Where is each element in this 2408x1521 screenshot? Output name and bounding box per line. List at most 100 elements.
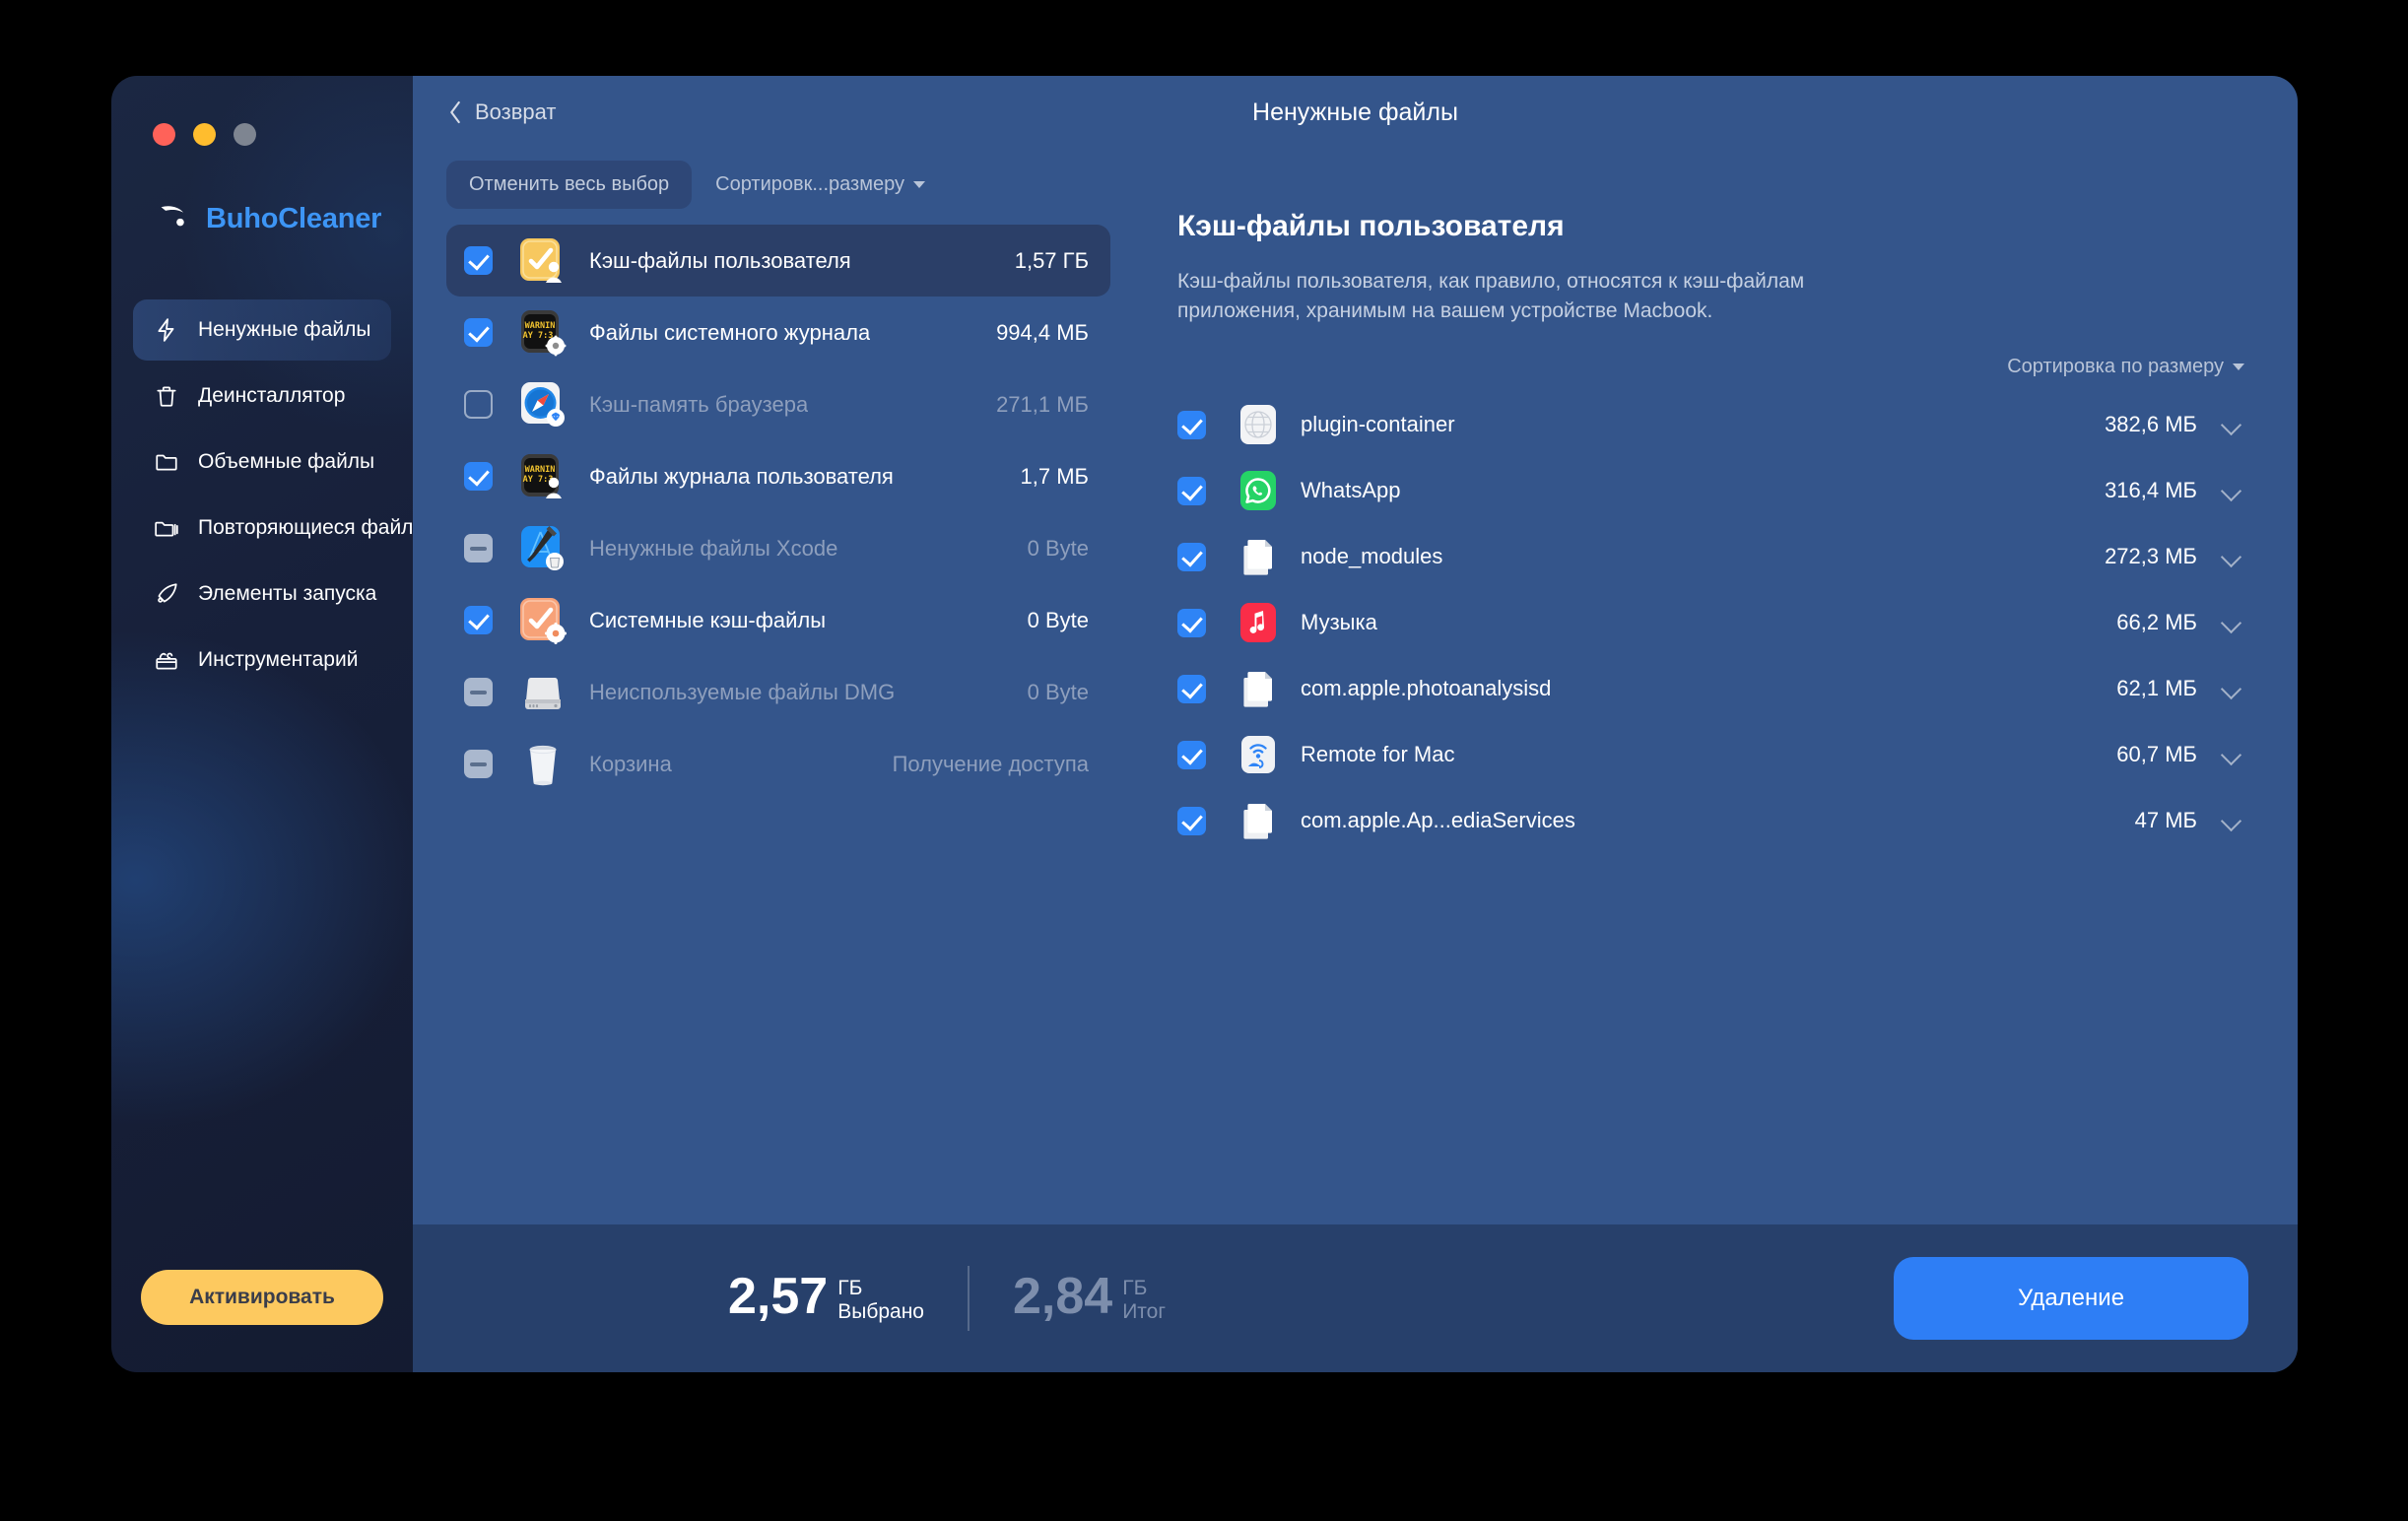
svg-text:WARNIN: WARNIN <box>525 321 556 331</box>
back-label: Возврат <box>475 99 557 124</box>
chevron-down-icon[interactable] <box>2219 742 2244 767</box>
selected-value: 2,57 <box>728 1268 829 1326</box>
chevron-down-icon[interactable] <box>2219 412 2244 437</box>
list-item[interactable]: com.apple.Ap...ediaServices 47 МБ <box>1177 788 2244 854</box>
row-checkbox <box>464 534 493 562</box>
table-row[interactable]: Кэш-память браузера 271,1 МБ <box>446 368 1110 440</box>
owl-logo-icon <box>158 201 193 236</box>
category-name: Кэш-файлы пользователя <box>589 247 851 273</box>
category-size: 271,1 МБ <box>996 391 1089 417</box>
total-label: Итог <box>1122 1300 1167 1323</box>
row-checkbox[interactable] <box>464 390 493 419</box>
caret-down-icon <box>2233 363 2244 370</box>
document-copy-icon <box>1237 536 1279 577</box>
row-checkbox[interactable] <box>464 462 493 491</box>
table-row[interactable]: Системные кэш-файлы 0 Byte <box>446 584 1110 656</box>
detail-sort-label: Сортировка по размеру <box>2007 355 2224 377</box>
document-copy-icon <box>1237 668 1279 709</box>
detail-name: plugin-container <box>1301 412 1455 437</box>
activate-button-container: Активировать <box>111 1270 413 1372</box>
category-sort-dropdown[interactable]: Сортировк...размеру <box>700 161 941 209</box>
row-checkbox <box>464 678 493 706</box>
detail-size: 62,1 МБ <box>2116 676 2197 701</box>
selected-total: 2,57 ГБ Выбрано <box>728 1268 924 1326</box>
category-name: Кэш-память браузера <box>589 391 809 417</box>
list-item[interactable]: WhatsApp 316,4 МБ <box>1177 458 2244 524</box>
row-checkbox[interactable] <box>464 606 493 634</box>
list-item[interactable]: Remote for Mac 60,7 МБ <box>1177 722 2244 788</box>
detail-sort-dropdown[interactable]: Сортировка по размеру <box>2007 356 2244 378</box>
detail-size: 60,7 МБ <box>2116 742 2197 767</box>
row-checkbox[interactable] <box>1177 476 1206 505</box>
folder-icon <box>153 448 180 476</box>
system-cache-gear-icon <box>518 596 568 645</box>
minimize-window-button[interactable] <box>193 123 216 146</box>
category-size: 0 Byte <box>1027 535 1089 561</box>
sidebar-item-label: Ненужные файлы <box>198 318 371 341</box>
detail-pane: Кэш-файлы пользователя Кэш-файлы пользов… <box>1132 149 2298 1224</box>
table-row[interactable]: Неиспользуемые файлы DMG 0 Byte <box>446 656 1110 728</box>
sidebar-item-startup-items[interactable]: Элементы запуска <box>133 563 391 625</box>
row-checkbox[interactable] <box>1177 608 1206 637</box>
detail-size: 272,3 МБ <box>2105 544 2197 569</box>
category-size: 1,57 ГБ <box>1014 247 1089 273</box>
back-button[interactable]: Возврат <box>446 98 557 127</box>
list-item[interactable]: node_modules 272,3 МБ <box>1177 524 2244 590</box>
detail-name: node_modules <box>1301 544 1443 569</box>
toolbox-icon <box>153 646 180 674</box>
maximize-window-button[interactable] <box>234 123 256 146</box>
row-checkbox[interactable] <box>464 246 493 275</box>
page-title: Ненужные файлы <box>1252 98 1458 126</box>
chevron-down-icon[interactable] <box>2219 676 2244 701</box>
document-copy-icon <box>1237 800 1279 841</box>
totals-divider <box>967 1266 970 1331</box>
chevron-down-icon[interactable] <box>2219 808 2244 833</box>
category-sort-label: Сортировк...размеру <box>715 173 904 195</box>
remote-wifi-icon <box>1237 734 1279 775</box>
row-checkbox[interactable] <box>1177 740 1206 769</box>
selected-label: Выбрано <box>837 1300 924 1323</box>
category-name: Файлы системного журнала <box>589 319 871 345</box>
row-checkbox[interactable] <box>1177 410 1206 439</box>
total-unit: ГБ <box>1122 1277 1148 1300</box>
xcode-hammer-icon <box>518 524 568 573</box>
chevron-down-icon[interactable] <box>2219 610 2244 635</box>
chevron-down-icon[interactable] <box>2219 544 2244 569</box>
sidebar-item-label: Элементы запуска <box>198 582 377 605</box>
list-item[interactable]: plugin-container 382,6 МБ <box>1177 392 2244 458</box>
sidebar-item-large-files[interactable]: Объемные файлы <box>133 431 391 493</box>
music-note-icon <box>1237 602 1279 643</box>
sidebar-item-toolkit[interactable]: Инструментарий <box>133 629 391 691</box>
deselect-all-button[interactable]: Отменить весь выбор <box>446 161 693 209</box>
list-item[interactable]: com.apple.photoanalysisd 62,1 МБ <box>1177 656 2244 722</box>
detail-name: Музыка <box>1301 610 1377 635</box>
grant-access-link[interactable]: Получение доступа <box>879 752 1089 777</box>
sidebar-item-duplicate-files[interactable]: Повторяющиеся файлы <box>133 497 429 559</box>
table-row[interactable]: Кэш-файлы пользователя 1,57 ГБ <box>446 225 1110 297</box>
detail-list: plugin-container 382,6 МБ WhatsApp 316,4… <box>1177 392 2244 854</box>
category-name: Корзина <box>589 751 672 776</box>
category-name: Файлы журнала пользователя <box>589 463 894 489</box>
chevron-left-icon <box>446 98 464 127</box>
table-row[interactable]: Ненужные файлы Xcode 0 Byte <box>446 512 1110 584</box>
category-size: 994,4 МБ <box>996 319 1089 345</box>
list-item[interactable]: Музыка 66,2 МБ <box>1177 590 2244 656</box>
activate-button[interactable]: Активировать <box>141 1270 383 1325</box>
row-checkbox[interactable] <box>1177 674 1206 703</box>
sidebar-item-uninstaller[interactable]: Деинсталлятор <box>133 365 391 427</box>
totals: 2,57 ГБ Выбрано 2,84 ГБ Итог <box>728 1266 1166 1331</box>
detail-size: 382,6 МБ <box>2105 412 2197 437</box>
table-row[interactable]: WARNIN AY 7:3 Файлы системного журнала 9… <box>446 297 1110 368</box>
whatsapp-icon <box>1237 470 1279 511</box>
chevron-down-icon[interactable] <box>2219 478 2244 503</box>
detail-title: Кэш-файлы пользователя <box>1177 210 1565 242</box>
table-row[interactable]: Корзина Получение доступа <box>446 728 1110 800</box>
table-row[interactable]: WARNIN AY 7:3 Файлы журнала пользователя… <box>446 440 1110 512</box>
window-traffic-lights <box>111 76 413 146</box>
row-checkbox[interactable] <box>1177 542 1206 571</box>
sidebar-item-junk-files[interactable]: Ненужные файлы <box>133 299 391 361</box>
close-window-button[interactable] <box>153 123 175 146</box>
row-checkbox[interactable] <box>1177 806 1206 835</box>
delete-button[interactable]: Удаление <box>1894 1257 2248 1340</box>
row-checkbox[interactable] <box>464 318 493 347</box>
